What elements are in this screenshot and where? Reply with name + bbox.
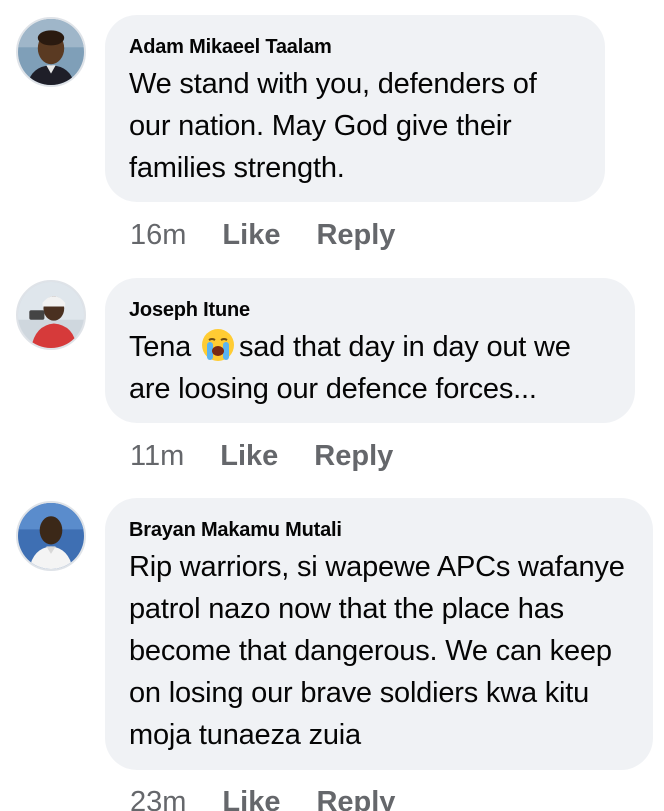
comment-timestamp[interactable]: 16m	[130, 219, 186, 251]
comment-actions: 11m Like Reply	[130, 438, 429, 474]
comment-text: Tena sad that day in day out we are loos…	[129, 326, 611, 410]
comment-text-start: Tena	[129, 331, 192, 363]
comment-author[interactable]: Brayan Makamu Mutali	[129, 518, 629, 542]
avatar[interactable]	[16, 17, 86, 87]
avatar[interactable]	[16, 280, 86, 350]
like-button[interactable]: Like	[222, 786, 280, 811]
comment-author[interactable]: Joseph Itune	[129, 298, 611, 322]
comment-bubble: Joseph Itune Tena sad that day in day ou…	[105, 278, 635, 423]
profile-photo-icon	[18, 282, 84, 348]
comment-actions: 23m Like Reply	[130, 784, 431, 811]
comment-timestamp[interactable]: 11m	[130, 440, 184, 472]
comment-text: We stand with you, defenders of our nati…	[129, 68, 537, 184]
comments-page: Adam Mikaeel Taalam We stand with you, d…	[0, 0, 664, 811]
loudly-crying-face-icon	[201, 329, 234, 361]
like-button[interactable]: Like	[222, 219, 280, 251]
reply-button[interactable]: Reply	[316, 219, 395, 251]
comment-actions: 16m Like Reply	[130, 217, 431, 253]
comment-author[interactable]: Adam Mikaeel Taalam	[129, 35, 581, 59]
reply-button[interactable]: Reply	[316, 786, 395, 811]
comment-bubble: Adam Mikaeel Taalam We stand with you, d…	[105, 15, 605, 202]
profile-photo-icon	[18, 19, 84, 85]
comment-bubble: Brayan Makamu Mutali Rip warriors, si wa…	[105, 498, 653, 770]
comment-timestamp[interactable]: 23m	[130, 786, 186, 811]
profile-photo-icon	[18, 503, 84, 569]
comment-text-end: sad that day in day out we are loosing o…	[129, 331, 571, 405]
reply-button[interactable]: Reply	[314, 440, 393, 472]
comment-text: Rip warriors, si wapewe APCs wafanye pat…	[129, 551, 625, 751]
avatar[interactable]	[16, 501, 86, 571]
like-button[interactable]: Like	[220, 440, 278, 472]
